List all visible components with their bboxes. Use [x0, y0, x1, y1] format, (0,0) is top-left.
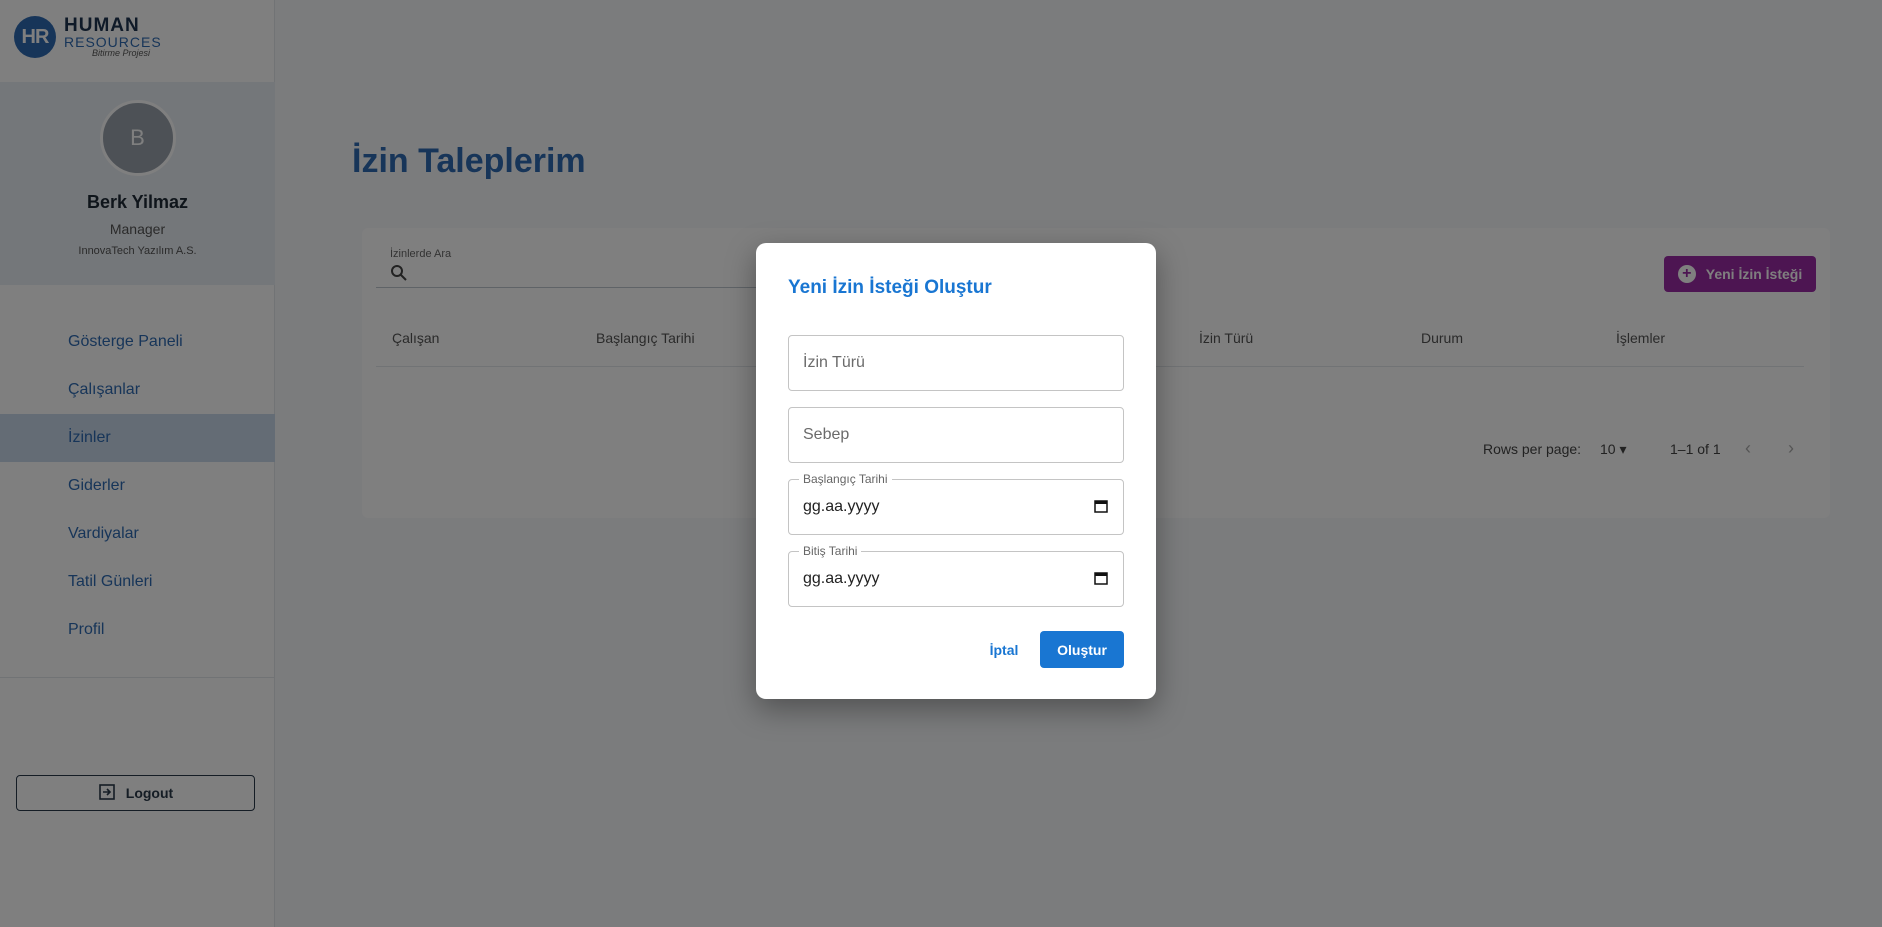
reason-field[interactable]: Sebep: [788, 407, 1124, 463]
create-button[interactable]: Oluştur: [1040, 631, 1124, 668]
calendar-icon[interactable]: [1093, 498, 1109, 519]
calendar-icon[interactable]: [1093, 570, 1109, 591]
new-leave-request-dialog: Yeni İzin İsteği Oluştur İzin Türü Sebep…: [756, 243, 1156, 699]
leave-type-field[interactable]: İzin Türü: [788, 335, 1124, 391]
start-date-value: gg.aa.yyyy: [803, 498, 880, 515]
start-date-label: Başlangıç Tarihi: [799, 472, 892, 486]
cancel-button[interactable]: İptal: [976, 632, 1032, 668]
start-date-field[interactable]: Başlangıç Tarihi gg.aa.yyyy: [788, 472, 1124, 535]
leave-type-placeholder: İzin Türü: [803, 354, 865, 371]
dialog-title: Yeni İzin İsteği Oluştur: [788, 277, 992, 298]
end-date-value: gg.aa.yyyy: [803, 570, 880, 587]
end-date-field[interactable]: Bitiş Tarihi gg.aa.yyyy: [788, 544, 1124, 607]
reason-placeholder: Sebep: [803, 426, 850, 443]
end-date-label: Bitiş Tarihi: [799, 544, 862, 558]
